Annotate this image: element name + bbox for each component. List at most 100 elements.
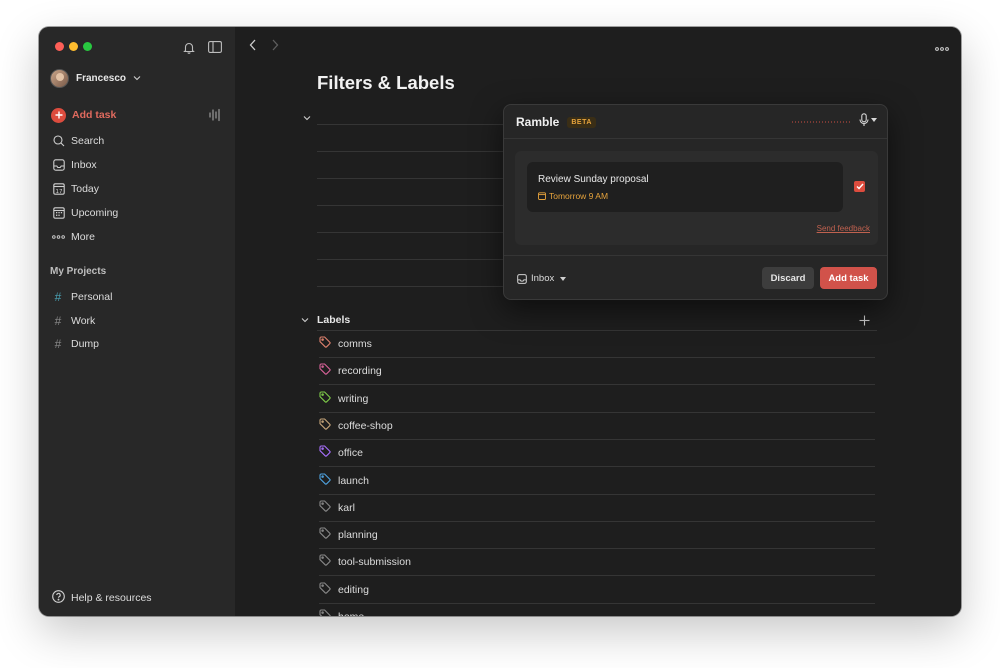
audio-level-waveform [792,121,850,123]
tag-icon [319,608,331,616]
label-row-coffee-shop[interactable]: coffee-shop [319,413,875,440]
nav-more[interactable]: More [52,228,95,246]
nav-today[interactable]: 17 Today [52,180,99,198]
tag-icon [319,581,331,599]
back-arrow-icon[interactable] [249,38,257,56]
toggle-sidebar-icon[interactable] [205,37,225,57]
hash-icon: # [54,337,62,351]
divider [504,138,887,139]
ramble-waveform-icon[interactable] [205,105,225,125]
nav-upcoming[interactable]: Upcoming [52,204,118,222]
project-label: Personal [71,291,113,303]
project-label: Inbox [531,273,555,284]
hash-icon: # [54,314,62,328]
label-name: recording [338,365,382,378]
add-task-confirm-button[interactable]: Add task [820,267,877,289]
label-name: writing [338,392,369,405]
help-resources-link[interactable]: Help & resources [52,589,152,607]
calendar-today-icon: 17 [52,183,65,196]
user-menu[interactable]: Francesco [50,68,141,88]
label-name: comms [338,338,372,350]
task-selected-checkbox[interactable] [854,181,865,192]
project-dump[interactable]: # Dump [53,335,99,353]
label-row-launch[interactable]: launch [319,468,875,495]
checkmark-icon [856,183,864,190]
label-name: office [338,447,363,460]
label-row-office[interactable]: office [319,440,875,468]
minimize-window-button[interactable] [69,42,78,51]
page-title: Filters & Labels [317,72,455,93]
label-name: launch [338,474,369,487]
tag-icon [319,444,331,462]
task-title: Review Sunday proposal [538,174,649,185]
forward-arrow-icon[interactable] [271,38,279,56]
user-name: Francesco [76,72,127,84]
label-row-writing[interactable]: writing [319,386,875,413]
caret-down-icon [560,276,567,281]
label-row-karl[interactable]: karl [319,495,875,522]
search-icon [52,135,65,148]
divider [504,255,887,256]
label-name: editing [338,583,369,596]
project-label: Work [71,315,96,327]
microphone-selector[interactable] [859,113,877,127]
nav-search[interactable]: Search [52,132,104,150]
more-dots-icon [52,231,65,244]
label-name: planning [338,529,378,542]
caret-down-icon [871,118,877,122]
label-row-planning[interactable]: planning [319,522,875,550]
zoom-window-button[interactable] [83,42,92,51]
my-projects-heading[interactable]: My Projects [50,266,106,277]
project-label: Dump [71,338,100,350]
more-options-icon[interactable] [935,38,949,56]
dialog-header: Ramble BETA [516,115,596,129]
project-work[interactable]: # Work [53,312,96,330]
tag-icon [319,526,331,544]
add-task-button[interactable]: Add task [51,106,116,124]
chevron-down-icon [133,76,141,81]
notifications-bell-icon[interactable] [179,37,199,57]
tag-icon [319,335,331,353]
label-row-home[interactable]: home [319,604,875,616]
label-row-comms[interactable]: comms [319,331,875,358]
inbox-icon [52,159,65,172]
project-personal[interactable]: # Personal [53,288,113,306]
nav-label: More [71,231,95,243]
ramble-dialog: Ramble BETA Review Sunday proposal Tomor… [503,104,888,300]
discard-button[interactable]: Discard [762,267,814,289]
label-name: home [338,611,364,616]
calendar-grid-icon [52,207,65,220]
project-selector[interactable]: Inbox [517,273,567,284]
filters-collapse-chevron-icon[interactable] [303,108,311,126]
label-name: tool-submission [338,556,411,569]
label-name: coffee-shop [338,419,393,432]
nav-label: Search [71,135,105,147]
label-row-recording[interactable]: recording [319,358,875,386]
microphone-icon [859,113,869,126]
transcribed-tasks-area: Review Sunday proposal Tomorrow 9 AM Sen… [515,151,878,245]
label-row-tool-submission[interactable]: tool-submission [319,549,875,577]
main-content: Filters & Labels 4 Labels commsrecording… [235,27,961,616]
history-nav [249,38,279,56]
nav-label: Upcoming [71,207,119,219]
sidebar: Francesco Add task Search Inbox 17 Today… [39,27,235,616]
task-due-date[interactable]: Tomorrow 9 AM [538,191,608,201]
dialog-title: Ramble [516,115,560,129]
tag-icon [319,472,331,490]
calendar-icon [538,192,546,200]
close-window-button[interactable] [55,42,64,51]
labels-section-header[interactable]: Labels [301,312,350,328]
send-feedback-link[interactable]: Send feedback [817,224,870,233]
add-label-plus-icon[interactable] [857,313,871,327]
plus-icon [51,107,66,123]
help-circle-icon [52,590,65,606]
avatar [50,68,69,88]
inbox-icon [517,273,527,284]
task-card[interactable]: Review Sunday proposal Tomorrow 9 AM [527,162,843,212]
tag-icon [319,553,331,571]
app-window: Francesco Add task Search Inbox 17 Today… [39,27,961,616]
nav-inbox[interactable]: Inbox [52,156,97,174]
label-row-editing[interactable]: editing [319,577,875,604]
tag-icon [319,417,331,435]
help-label: Help & resources [71,592,152,604]
